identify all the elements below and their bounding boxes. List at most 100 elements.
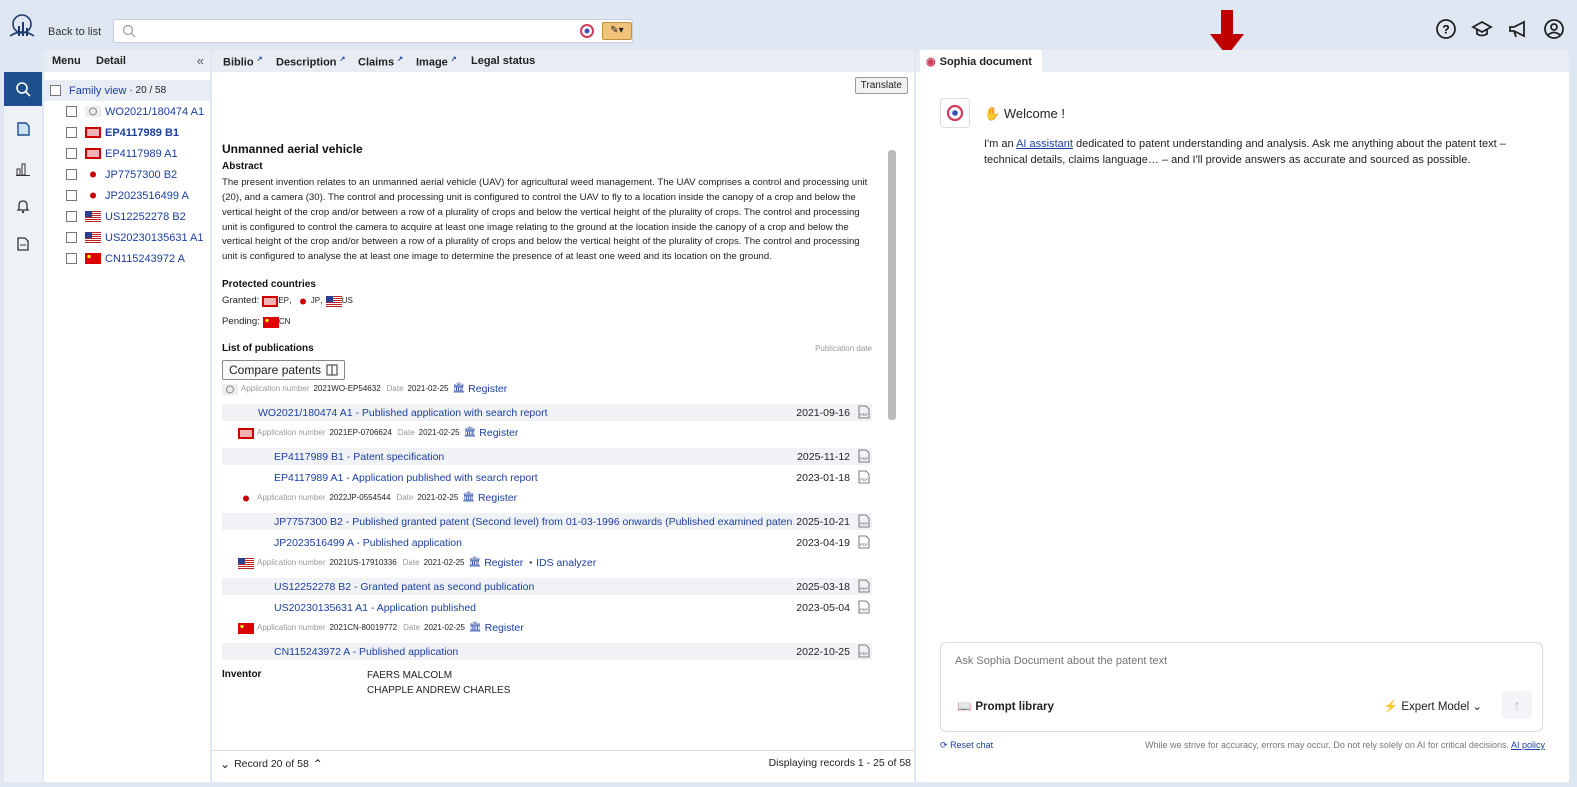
family-view-link[interactable]: Family view: [69, 85, 126, 97]
publication-row[interactable]: EP4117989 B1 - Patent specification 2025-…: [222, 448, 872, 466]
publication-row[interactable]: JP2023516499 A - Published application 20…: [222, 534, 872, 551]
graduation-cap-icon[interactable]: [1471, 18, 1493, 40]
publication-row[interactable]: US12252278 B2 - Granted patent as second…: [222, 578, 872, 596]
publication-link[interactable]: US20230135631 A1 - Application published: [274, 601, 476, 616]
search-bar[interactable]: ✎▾: [113, 19, 633, 43]
publication-row[interactable]: EP4117989 A1 - Application published wit…: [222, 469, 872, 486]
ai-policy-link[interactable]: AI policy: [1511, 740, 1545, 750]
user-account-icon[interactable]: [1543, 18, 1565, 40]
translate-button[interactable]: Translate: [854, 77, 908, 94]
member-checkbox[interactable]: [66, 232, 77, 243]
tab-sophia-document[interactable]: ◉ Sophia document: [920, 50, 1042, 72]
inventor-name: FAERS MALCOLM: [367, 670, 453, 682]
scrollbar-thumb[interactable]: [888, 150, 896, 420]
family-member-row[interactable]: JP2023516499 A: [44, 185, 210, 206]
register-link[interactable]: Register: [478, 491, 517, 506]
family-member-link[interactable]: JP2023516499 A: [105, 190, 189, 202]
rail-documents[interactable]: [4, 112, 42, 146]
publication-row[interactable]: WO2021/180474 A1 - Published application…: [222, 404, 872, 422]
pdf-icon[interactable]: PDF: [858, 535, 870, 549]
inventor-name: CHAPPLE ANDREW CHARLES: [367, 685, 511, 697]
family-member-link[interactable]: EP4117989 B1: [105, 127, 179, 139]
family-member-link[interactable]: US12252278 B2: [105, 211, 186, 223]
chat-input[interactable]: [955, 655, 1455, 675]
send-button[interactable]: ↑: [1502, 691, 1532, 719]
pdf-icon[interactable]: PDF: [858, 449, 870, 463]
tab-legal-status[interactable]: Legal status: [471, 55, 535, 67]
pdf-icon[interactable]: PDF: [858, 644, 870, 658]
pdf-icon[interactable]: PDF: [858, 470, 870, 484]
pdf-icon[interactable]: PDF: [858, 514, 870, 528]
family-member-row[interactable]: WO2021/180474 A1: [44, 101, 210, 122]
publication-row[interactable]: JP7757300 B2 - Published granted patent …: [222, 513, 872, 531]
family-member-row[interactable]: CN115243972 A: [44, 248, 210, 269]
rail-reports[interactable]: [4, 227, 42, 261]
member-checkbox[interactable]: [66, 211, 77, 222]
megaphone-icon[interactable]: [1507, 18, 1529, 40]
ai-assistant-link[interactable]: AI assistant: [1016, 138, 1073, 150]
prompt-library-button[interactable]: 📖 Prompt library: [957, 699, 1054, 713]
sophia-icon[interactable]: [579, 23, 595, 39]
member-checkbox[interactable]: [66, 106, 77, 117]
family-member-row[interactable]: EP4117989 B1: [44, 122, 210, 143]
register-link[interactable]: Register: [485, 621, 524, 636]
rail-analytics[interactable]: [4, 152, 42, 186]
family-member-link[interactable]: EP4117989 A1: [105, 148, 178, 160]
pdf-icon[interactable]: PDF: [858, 405, 870, 419]
refresh-icon: ⟳: [940, 740, 948, 750]
pdf-icon[interactable]: PDF: [858, 579, 870, 593]
family-member-row[interactable]: EP4117989 A1: [44, 143, 210, 164]
ids-analyzer-link[interactable]: IDS analyzer: [536, 556, 596, 571]
family-member-link[interactable]: CN115243972 A: [105, 253, 185, 265]
family-member-link[interactable]: JP7757300 B2: [105, 169, 177, 181]
pdf-icon[interactable]: PDF: [858, 600, 870, 614]
search-input[interactable]: [142, 22, 562, 40]
register-link[interactable]: Register: [484, 556, 523, 571]
app-logo-icon[interactable]: [6, 12, 38, 44]
publication-link[interactable]: WO2021/180474 A1 - Published application…: [258, 406, 548, 421]
member-checkbox[interactable]: [66, 127, 77, 138]
tab-description[interactable]: Description ↗: [276, 55, 345, 69]
family-member-row[interactable]: JP7757300 B2: [44, 164, 210, 185]
publication-link[interactable]: JP2023516499 A - Published application: [274, 536, 462, 551]
help-icon[interactable]: ?: [1435, 18, 1457, 40]
publication-link[interactable]: EP4117989 A1 - Application published wit…: [274, 471, 538, 486]
us-flag-icon: [238, 558, 254, 570]
collapse-icon[interactable]: «: [197, 53, 204, 68]
register-link[interactable]: Register: [479, 426, 518, 441]
family-member-row[interactable]: US12252278 B2: [44, 206, 210, 227]
member-checkbox[interactable]: [66, 253, 77, 264]
rail-alerts[interactable]: [4, 189, 42, 223]
family-member-row[interactable]: US20230135631 A1: [44, 227, 210, 248]
tab-image[interactable]: Image ↗: [416, 55, 457, 69]
rail-search[interactable]: [4, 72, 42, 106]
tab-detail[interactable]: Detail: [96, 55, 126, 67]
country-chip: CN: [262, 315, 290, 330]
publication-row[interactable]: CN115243972 A - Published application 202…: [222, 643, 872, 661]
family-member-link[interactable]: WO2021/180474 A1: [105, 106, 204, 118]
family-view-row[interactable]: Family view · 20 / 58: [44, 80, 210, 101]
publication-row[interactable]: US20230135631 A1 - Application published…: [222, 599, 872, 616]
back-to-list-link[interactable]: Back to list: [48, 26, 101, 38]
family-checkbox[interactable]: [50, 85, 61, 96]
chevron-down-icon[interactable]: ⌄: [220, 757, 230, 771]
tab-claims[interactable]: Claims ↗: [358, 55, 403, 69]
scrollbar[interactable]: [888, 138, 896, 748]
reset-chat-button[interactable]: ⟳ Reset chat: [940, 740, 993, 751]
publication-date-header: Publication date: [815, 343, 872, 353]
member-checkbox[interactable]: [66, 190, 77, 201]
publication-link[interactable]: US12252278 B2 - Granted patent as second…: [274, 580, 534, 595]
model-selector[interactable]: ⚡ Expert Model ⌄: [1384, 699, 1482, 713]
tab-menu[interactable]: Menu: [52, 55, 81, 67]
publication-link[interactable]: EP4117989 B1 - Patent specification: [274, 450, 444, 465]
chevron-up-icon[interactable]: ⌃: [313, 757, 323, 771]
register-link[interactable]: Register: [468, 382, 507, 397]
highlight-button[interactable]: ✎▾: [602, 22, 632, 40]
publication-link[interactable]: JP7757300 B2 - Published granted patent …: [274, 515, 794, 530]
family-member-link[interactable]: US20230135631 A1: [105, 232, 203, 244]
member-checkbox[interactable]: [66, 148, 77, 159]
publication-link[interactable]: CN115243972 A - Published application: [274, 645, 458, 660]
compare-patents-button[interactable]: Compare patents: [222, 359, 346, 381]
member-checkbox[interactable]: [66, 169, 77, 180]
tab-biblio[interactable]: Biblio ↗: [223, 55, 262, 69]
